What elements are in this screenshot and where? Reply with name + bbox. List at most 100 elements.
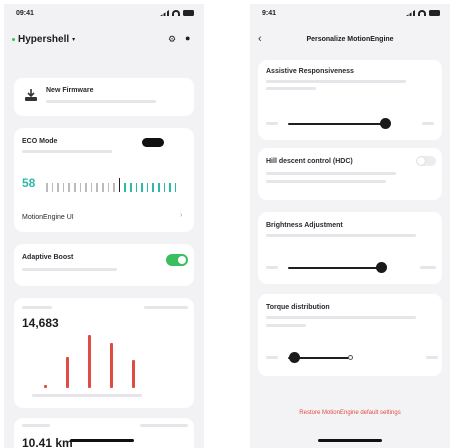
connection-dot-icon [12, 38, 15, 41]
firmware-card[interactable]: New Firmware [14, 78, 194, 116]
assistive-slider[interactable] [288, 118, 412, 129]
eco-scale-tick [135, 183, 138, 192]
assistive-title: Assistive Responsiveness [266, 68, 354, 75]
app-title: Hypershell [18, 34, 70, 45]
status-time: 9:41 [262, 10, 277, 17]
firmware-subtitle [46, 100, 156, 103]
distance-card[interactable]: 10.41 km [14, 418, 194, 448]
eco-scale-tick [102, 183, 104, 192]
firmware-title: New Firmware [46, 87, 94, 94]
system-icons [160, 10, 194, 16]
chevron-right-icon: › [180, 212, 183, 219]
eco-scale-tick [68, 183, 70, 192]
slider-thumb[interactable] [379, 118, 391, 129]
stats-bar-chart [34, 332, 164, 388]
chevron-down-icon: ▾ [72, 37, 76, 43]
torque-title: Torque distribution [266, 304, 330, 311]
eco-level-scale[interactable] [46, 178, 186, 192]
slider-thumb[interactable] [289, 352, 301, 363]
restore-defaults-link[interactable]: Restore MotionEngine default settings [250, 410, 450, 416]
assistive-desc [266, 80, 406, 83]
eco-scale-tick [96, 183, 98, 192]
gear-icon[interactable]: ⚙ [168, 34, 176, 45]
stats-bar[interactable] [66, 357, 69, 388]
adaptive-boost-subtitle [22, 268, 117, 271]
eco-scale-tick [169, 183, 171, 192]
torque-card: Torque distribution [258, 294, 442, 376]
assistive-card: Assistive Responsiveness [258, 60, 442, 140]
brightness-min-label [266, 266, 278, 269]
adaptive-boost-toggle[interactable] [166, 254, 188, 266]
brightness-card: Brightness Adjustment [258, 212, 442, 284]
slider-thumb[interactable] [376, 262, 387, 273]
home-screen: 09:41 Hypershell ▾ ⚙ ● New Firmware ECO … [4, 4, 204, 448]
status-bar: 9:41 [250, 10, 450, 22]
eco-scale-tick [57, 183, 59, 192]
distance-period [140, 424, 188, 427]
brightness-desc [266, 234, 416, 237]
eco-scale-tick [46, 183, 48, 192]
slider-track [288, 267, 381, 269]
hdc-title: Hill descent control (HDC) [266, 158, 353, 165]
eco-scale-tick [85, 183, 87, 192]
eco-scale-tick [74, 183, 76, 192]
system-icons [406, 10, 440, 16]
stats-bar[interactable] [132, 360, 135, 388]
brightness-slider[interactable] [288, 262, 412, 273]
stats-bar[interactable] [44, 385, 47, 388]
eco-scale-tick [152, 183, 154, 192]
chart-axis-labels [32, 394, 142, 397]
header-title: Personalize MotionEngine [306, 36, 394, 43]
torque-slider[interactable] [288, 352, 412, 363]
eco-mode-subtitle [22, 150, 112, 153]
eco-scale-tick [174, 183, 177, 192]
stats-card[interactable]: 14,683 [14, 298, 194, 408]
eco-scale-tick [113, 183, 115, 192]
eco-toggle[interactable] [142, 138, 164, 147]
stats-bar[interactable] [110, 343, 113, 388]
eco-mode-card[interactable]: ECO Mode 58 MotionEngine UI › [14, 128, 194, 232]
settings-screen: 9:41 ‹ Personalize MotionEngine Assistiv… [250, 4, 450, 448]
eco-scale-tick [51, 183, 54, 192]
home-indicator [318, 439, 382, 442]
hdc-toggle[interactable] [416, 156, 436, 166]
eco-scale-tick [62, 183, 65, 192]
hdc-card: Hill descent control (HDC) [258, 148, 442, 200]
adaptive-boost-title: Adaptive Boost [22, 254, 74, 261]
eco-scale-tick [130, 183, 132, 192]
assistive-min-label [266, 122, 278, 125]
slider-end-marker [348, 355, 353, 360]
stats-value: 14,683 [22, 316, 59, 330]
stats-label [22, 306, 52, 309]
status-bar: 09:41 [4, 10, 204, 22]
eco-level-value: 58 [22, 176, 36, 190]
assistive-max-label [422, 122, 434, 125]
stats-bar[interactable] [88, 334, 91, 388]
wifi-icon [418, 10, 426, 16]
stats-period [144, 306, 188, 309]
distance-label [22, 424, 50, 427]
hdc-desc [266, 172, 396, 175]
app-title-row[interactable]: Hypershell ▾ [12, 34, 75, 45]
profile-icon[interactable]: ● [185, 33, 190, 43]
status-time: 09:41 [16, 10, 34, 17]
download-icon [24, 88, 38, 102]
eco-scale-tick [163, 183, 166, 192]
torque-desc [266, 316, 416, 319]
eco-scale-tick [141, 183, 143, 192]
adaptive-boost-card[interactable]: Adaptive Boost [14, 244, 194, 286]
slider-track [288, 123, 385, 125]
brightness-max-label [420, 266, 436, 269]
brightness-title: Brightness Adjustment [266, 222, 343, 229]
eco-scale-tick [158, 183, 160, 192]
hdc-desc-2 [266, 180, 386, 183]
torque-desc-2 [266, 324, 306, 327]
battery-icon [429, 10, 440, 16]
eco-scale-tick [118, 178, 121, 192]
motion-engine-label: MotionEngine UI [22, 214, 74, 221]
eco-scale-tick [79, 183, 82, 192]
signal-icon [406, 10, 415, 16]
signal-icon [160, 10, 169, 16]
eco-scale-tick [107, 183, 110, 192]
assistive-desc-2 [266, 87, 316, 90]
